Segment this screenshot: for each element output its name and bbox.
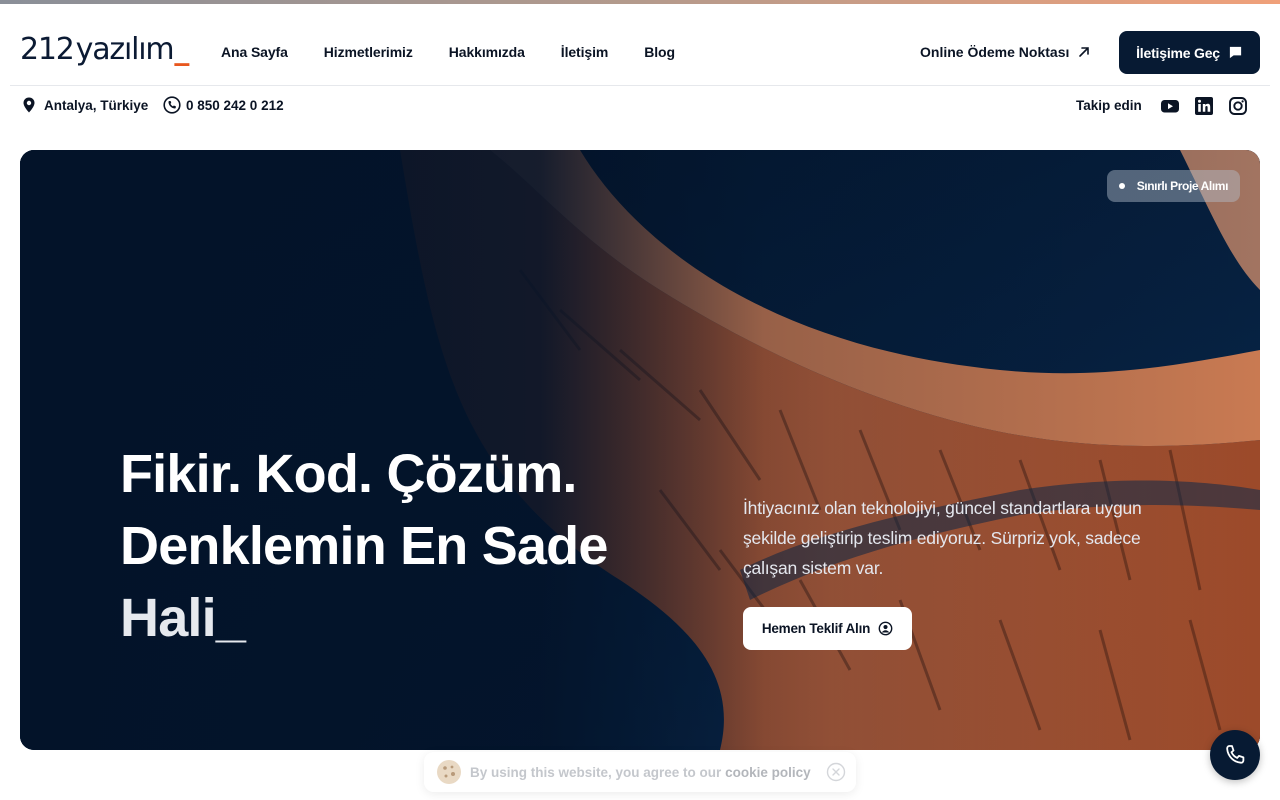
location-pin-icon (23, 97, 35, 113)
brand-logo[interactable]: 212 yazılım _ (20, 32, 189, 72)
logo-underscore: _ (174, 32, 189, 67)
cookie-text: By using this website, you agree to our … (470, 765, 811, 780)
contact-cta-button[interactable]: İletişime Geç (1119, 31, 1260, 74)
online-payment-label: Online Ödeme Noktası (920, 44, 1070, 60)
user-circle-icon (878, 621, 893, 636)
get-quote-label: Hemen Teklif Alın (761, 621, 871, 636)
contact-cta-label: İletişime Geç (1136, 44, 1220, 61)
phone-circle-icon (163, 96, 181, 114)
hero-description: İhtiyacınız olan teknolojiyi, güncel sta… (743, 498, 1142, 578)
info-bar: Antalya, Türkiye 0 850 242 0 212 Takip e… (0, 86, 1280, 126)
cookie-policy-link[interactable]: cookie policy (725, 765, 811, 780)
hero-section: Sınırlı Proje Alımı Fikir. Kod. Çözüm. D… (20, 150, 1260, 750)
close-icon[interactable] (826, 762, 846, 782)
get-quote-button[interactable]: Hemen Teklif Alın (743, 607, 912, 650)
nav-item-home[interactable]: Ana Sayfa (221, 44, 288, 60)
logo-word: yazılım (75, 32, 175, 67)
location-info: Antalya, Türkiye (20, 96, 148, 114)
linkedin-icon[interactable] (1194, 96, 1214, 116)
cookie-message: By using this website, you agree to our (470, 764, 722, 780)
badge-label: Sınırlı Proje Alımı (1136, 179, 1229, 193)
phone-info[interactable]: 0 850 242 0 212 (163, 96, 284, 114)
follow-label: Takip edin (1076, 98, 1142, 113)
phone-text: 0 850 242 0 212 (186, 97, 284, 113)
nav-item-about[interactable]: Hakkımızda (449, 44, 525, 60)
arrow-up-right-icon (1079, 47, 1090, 57)
hero-title-line-1: Fikir. Kod. Çözüm. (120, 444, 577, 504)
logo-number: 212 (20, 32, 75, 67)
location-text: Antalya, Türkiye (44, 97, 149, 113)
hero-title-line-2: Denklemin En Sade (120, 516, 608, 576)
cookie-icon (437, 760, 461, 784)
nav-item-services[interactable]: Hizmetlerimiz (324, 44, 413, 60)
online-payment-link[interactable]: Online Ödeme Noktası (920, 44, 1091, 60)
phone-icon (1226, 745, 1245, 764)
floating-call-button[interactable] (1210, 730, 1260, 780)
site-header: 212 yazılım _ Ana Sayfa Hizmetlerimiz Ha… (0, 4, 1280, 86)
limited-projects-badge: Sınırlı Proje Alımı (1106, 170, 1240, 202)
nav-item-contact[interactable]: İletişim (561, 44, 609, 60)
main-nav: Ana Sayfa Hizmetlerimiz Hakkımızda İleti… (221, 44, 675, 60)
youtube-icon[interactable] (1160, 96, 1180, 116)
hero-title-line-3: Hali_ (120, 588, 246, 648)
instagram-icon[interactable] (1228, 96, 1248, 116)
nav-item-blog[interactable]: Blog (644, 44, 675, 60)
cookie-notice: By using this website, you agree to our … (424, 752, 856, 792)
badge-dot (1118, 183, 1125, 189)
chat-bubble-icon (1229, 46, 1242, 59)
hero-title: Fikir. Kod. Çözüm. Denklemin En Sade Hal… (120, 438, 680, 654)
